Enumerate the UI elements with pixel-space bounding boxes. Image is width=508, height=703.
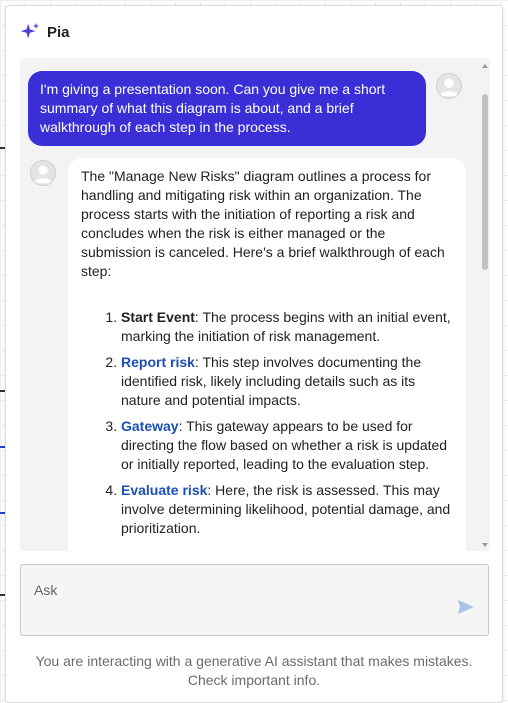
assistant-title: Pia <box>47 23 70 41</box>
user-message-text: I'm giving a presentation soon. Can you … <box>40 81 386 135</box>
user-message-bubble: I'm giving a presentation soon. Can you … <box>28 71 426 146</box>
step-term-link[interactable]: Report risk <box>121 354 195 370</box>
person-icon <box>33 165 53 184</box>
process-step-item: Gateway: This gateway appears to be used… <box>121 417 454 474</box>
assistant-message-bubble: The "Manage New Risks" diagram outlines … <box>68 158 466 551</box>
ask-input[interactable] <box>21 565 488 635</box>
person-icon <box>439 78 459 97</box>
step-term-link[interactable]: Evaluate risk <box>121 482 207 498</box>
ask-box[interactable] <box>20 564 489 636</box>
chat-scrollbar[interactable] <box>480 58 490 551</box>
send-arrow-icon[interactable] <box>457 599 475 615</box>
sparkle-icon <box>20 22 40 39</box>
process-step-item: Evaluate risk: Here, the risk is assesse… <box>121 481 454 538</box>
chat-history[interactable]: I'm giving a presentation soon. Can you … <box>20 58 490 551</box>
process-step-item: Start Event: The process begins with an … <box>121 308 454 346</box>
assistant-avatar <box>30 160 56 186</box>
process-steps-list: Start Event: The process begins with an … <box>81 308 454 538</box>
ai-disclaimer: You are interacting with a generative AI… <box>35 653 473 688</box>
assistant-intro-text: The "Manage New Risks" diagram outlines … <box>81 168 445 279</box>
process-step-item: Report risk: This step involves document… <box>121 353 454 410</box>
step-term: Start Event <box>121 309 195 325</box>
scrollbar-thumb[interactable] <box>482 94 488 270</box>
assistant-panel: Pia I'm giving a presentation soon. Can … <box>5 5 503 703</box>
user-avatar <box>436 73 462 99</box>
scroll-up-arrow-icon[interactable] <box>482 64 488 68</box>
panel-header: Pia <box>6 6 502 58</box>
step-term-link[interactable]: Gateway <box>121 418 179 434</box>
scroll-down-arrow-icon[interactable] <box>482 543 488 547</box>
